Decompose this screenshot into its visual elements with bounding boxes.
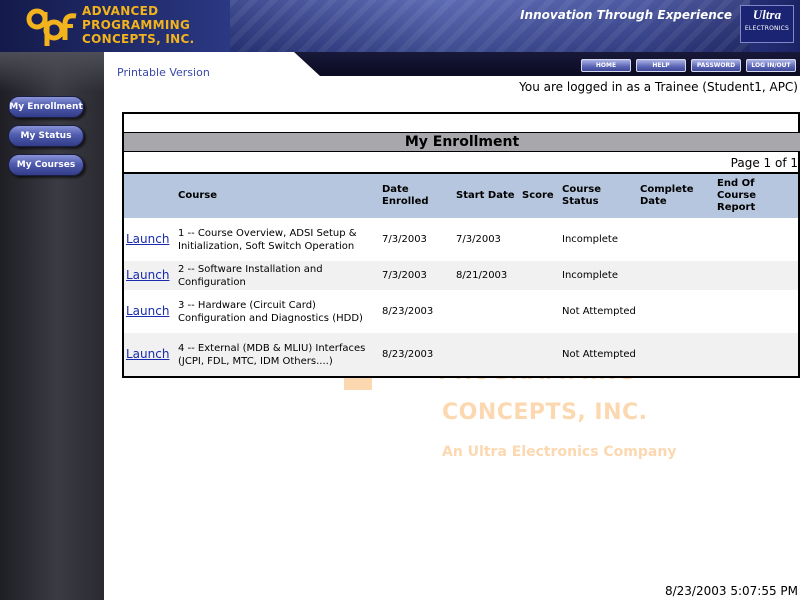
start-date-cell <box>454 333 520 376</box>
complete-date-cell <box>638 333 715 376</box>
launch-cell: Launch <box>124 290 176 333</box>
launch-cell: Launch <box>124 333 176 376</box>
launch-link[interactable]: Launch <box>126 232 169 246</box>
launch-link[interactable]: Launch <box>126 304 169 318</box>
date-enrolled-cell: 7/3/2003 <box>380 261 454 290</box>
complete-date-cell <box>638 290 715 333</box>
home-button[interactable]: HOME <box>581 59 631 72</box>
course-status-cell: Incomplete <box>560 261 638 290</box>
ultra-logo-subtext: ELECTRONICS <box>744 25 790 32</box>
course-cell: 1 -- Course Overview, ADSI Setup & Initi… <box>176 218 380 261</box>
enrollment-table: Course Date Enrolled Start Date Score Co… <box>124 174 798 376</box>
sidebar-item-my-enrollment[interactable]: My Enrollment <box>8 96 84 118</box>
password-button[interactable]: PASSWORD <box>691 59 741 72</box>
complete-date-cell <box>638 218 715 261</box>
course-cell: 4 -- External (MDB & MLIU) Interfaces (J… <box>176 333 380 376</box>
date-enrolled-cell: 7/3/2003 <box>380 218 454 261</box>
col-header-course: Course <box>176 174 380 218</box>
report-cell <box>715 218 798 261</box>
date-enrolled-cell: 8/23/2003 <box>380 290 454 333</box>
col-header-date-enrolled: Date Enrolled <box>380 174 454 218</box>
sidebar-item-my-status[interactable]: My Status <box>8 125 84 147</box>
watermark-line-3: An Ultra Electronics Company <box>442 444 677 460</box>
course-cell: 3 -- Hardware (Circuit Card) Configurati… <box>176 290 380 333</box>
sidebar-item-label: My Enrollment <box>9 102 83 112</box>
report-cell <box>715 333 798 376</box>
company-name-line-1: ADVANCED <box>82 4 159 18</box>
table-row: Launch 3 -- Hardware (Circuit Card) Conf… <box>124 290 798 333</box>
ultra-logo-wordmark: Ultra <box>752 7 782 22</box>
score-cell <box>520 290 560 333</box>
complete-date-cell <box>638 261 715 290</box>
company-name: ADVANCED PROGRAMMING CONCEPTS, INC. <box>82 4 195 46</box>
start-date-cell: 8/21/2003 <box>454 261 520 290</box>
course-status-cell: Not Attempted <box>560 290 638 333</box>
score-cell <box>520 218 560 261</box>
report-cell <box>715 261 798 290</box>
start-date-cell: 7/3/2003 <box>454 218 520 261</box>
launch-cell: Launch <box>124 218 176 261</box>
logged-in-status: You are logged in as a Trainee (Student1… <box>519 80 798 94</box>
apc-logo-icon <box>26 8 77 46</box>
col-header-end-of-course-report: End Of Course Report <box>715 174 798 218</box>
date-enrolled-cell: 8/23/2003 <box>380 333 454 376</box>
table-row: Launch 1 -- Course Overview, ADSI Setup … <box>124 218 798 261</box>
score-cell <box>520 333 560 376</box>
course-cell: 2 -- Software Installation and Configura… <box>176 261 380 290</box>
company-name-line-3: CONCEPTS, INC. <box>82 32 195 46</box>
col-header-start-date: Start Date <box>454 174 520 218</box>
sidebar-shine <box>0 52 104 92</box>
table-row: Launch 4 -- External (MDB & MLIU) Interf… <box>124 333 798 376</box>
col-header-complete-date: Complete Date <box>638 174 715 218</box>
course-status-cell: Not Attempted <box>560 333 638 376</box>
section-title: My Enrollment <box>124 132 800 152</box>
printable-version-link[interactable]: Printable Version <box>117 66 210 79</box>
page-indicator: Page 1 of 1 <box>730 156 798 170</box>
ultra-electronics-logo: Ultra ELECTRONICS <box>740 5 794 43</box>
watermark-line-2: CONCEPTS, INC. <box>442 400 648 425</box>
table-row: Launch 2 -- Software Installation and Co… <box>124 261 798 290</box>
enrollment-table-container: Course Date Enrolled Start Date Score Co… <box>122 172 800 378</box>
report-cell <box>715 290 798 333</box>
sidebar-item-label: My Courses <box>16 160 76 170</box>
col-header-launch <box>124 174 176 218</box>
log-in-out-button[interactable]: LOG IN/OUT <box>746 59 796 72</box>
col-header-score: Score <box>520 174 560 218</box>
table-header-row: Course Date Enrolled Start Date Score Co… <box>124 174 798 218</box>
sidebar-item-my-courses[interactable]: My Courses <box>8 154 84 176</box>
launch-link[interactable]: Launch <box>126 268 169 282</box>
launch-cell: Launch <box>124 261 176 290</box>
header-banner: ADVANCED PROGRAMMING CONCEPTS, INC. Inno… <box>0 0 800 52</box>
tagline: Innovation Through Experience <box>520 8 732 22</box>
help-button[interactable]: HELP <box>636 59 686 72</box>
company-name-line-2: PROGRAMMING <box>82 18 191 32</box>
col-header-course-status: Course Status <box>560 174 638 218</box>
sidebar-item-label: My Status <box>20 131 72 141</box>
score-cell <box>520 261 560 290</box>
course-status-cell: Incomplete <box>560 218 638 261</box>
server-timestamp: 8/23/2003 5:07:55 PM <box>664 584 798 598</box>
launch-link[interactable]: Launch <box>126 347 169 361</box>
start-date-cell <box>454 290 520 333</box>
